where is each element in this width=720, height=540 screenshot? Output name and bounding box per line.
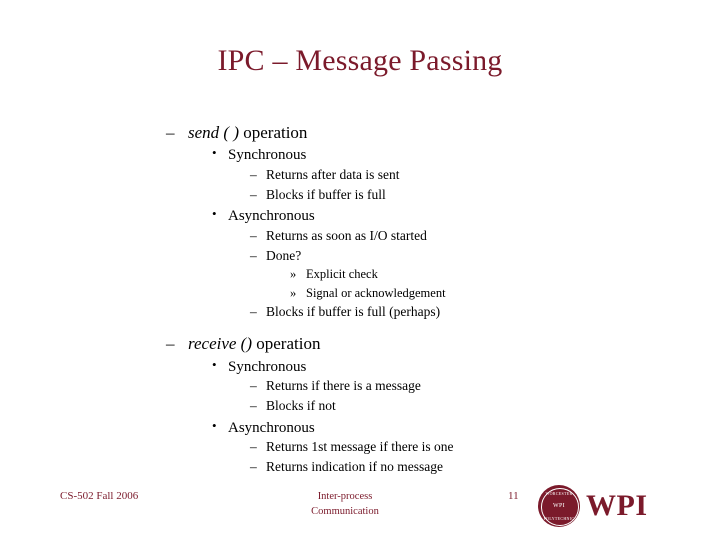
dash-bullet-icon: – [250, 247, 257, 263]
list-item: » Explicit check [160, 266, 680, 283]
page-title: IPC – Message Passing [217, 44, 503, 77]
wpi-seal-text: WORCESTER WPI POLYTECHNIC [538, 485, 580, 527]
send-done-subitem-0: Explicit check [306, 267, 378, 282]
receive-async-item-0: Returns 1st message if there is one [266, 439, 454, 455]
page-number: 11 [508, 490, 519, 502]
dash-bullet-icon: – [250, 398, 257, 413]
receive-heading-italic: receive () [188, 334, 253, 354]
list-item: – Returns indication if no message [160, 458, 680, 477]
send-heading-italic: send ( ) [188, 123, 239, 142]
footer-subject-line1: Inter-process [317, 491, 373, 502]
receive-sync-item-0: Returns if there is a message [266, 378, 421, 394]
dash-bullet-icon: – [166, 334, 175, 354]
list-item: – Returns if there is a message [160, 377, 680, 396]
list-item: – Returns after data is sent [160, 166, 680, 185]
dot-bullet-icon: • [212, 145, 217, 161]
send-synchronous-heading: • Synchronous [160, 145, 680, 165]
receive-synchronous-label: Synchronous [228, 358, 307, 375]
angle-bullet-icon: » [290, 285, 297, 300]
send-sync-item-0: Returns after data is sent [266, 167, 400, 182]
dash-bullet-icon: – [250, 378, 257, 394]
wpi-wordmark: WPI [586, 489, 648, 522]
dot-bullet-icon: • [212, 417, 217, 433]
dash-bullet-icon: – [250, 167, 257, 182]
dot-bullet-icon: • [212, 206, 217, 222]
dot-bullet-icon: • [212, 356, 217, 372]
angle-bullet-icon: » [290, 267, 297, 282]
receive-operation-heading: – receive () operation [160, 333, 680, 354]
footer-course: CS-502 Fall 2006 [60, 490, 139, 502]
list-item: – Blocks if not [160, 397, 680, 416]
receive-synchronous-heading: • Synchronous [160, 356, 680, 377]
list-item: » Signal or acknowledgement [160, 285, 680, 302]
footer-subject-line2: Communication [311, 506, 379, 518]
dash-bullet-icon: – [250, 228, 257, 243]
list-item: – Blocks if buffer is full (perhaps) [160, 303, 680, 322]
slide: IPC – Message Passing – send ( ) operatio… [0, 0, 720, 540]
dash-bullet-icon: – [250, 459, 257, 474]
send-operation-heading: – send ( ) operation [160, 122, 680, 143]
seal-mid-text: WPI [553, 503, 565, 509]
send-sync-item-1: Blocks if buffer is full [266, 186, 386, 202]
send-asynchronous-label: Asynchronous [228, 208, 315, 225]
wpi-logo: WORCESTER WPI POLYTECHNIC WPI [538, 484, 662, 528]
list-item: – Returns as soon as I/O started [160, 227, 680, 246]
send-done-subitem-1: Signal or acknowledgement [306, 285, 446, 300]
dash-bullet-icon: – [166, 123, 175, 142]
send-synchronous-label: Synchronous [228, 147, 307, 164]
seal-bottom-text: POLYTECHNIC [543, 516, 575, 521]
dash-bullet-icon: – [250, 439, 257, 455]
send-heading-plain: operation [243, 123, 308, 142]
send-async-last-item: Blocks if buffer is full (perhaps) [266, 303, 441, 319]
dash-bullet-icon: – [250, 303, 257, 319]
dash-bullet-icon: – [250, 186, 257, 202]
seal-top-text: WORCESTER [545, 491, 573, 496]
footer-subject: Inter-process Communication [260, 489, 430, 519]
receive-asynchronous-heading: • Asynchronous [160, 417, 680, 438]
send-async-item-1: Done? [266, 247, 302, 263]
slide-body: – send ( ) operation • Synchronous – Return… [160, 120, 680, 477]
receive-asynchronous-label: Asynchronous [228, 419, 315, 436]
list-item: – Done? [160, 247, 680, 266]
send-async-item-0: Returns as soon as I/O started [266, 228, 427, 243]
receive-sync-item-1: Blocks if not [266, 398, 336, 413]
wpi-seal-icon: WORCESTER WPI POLYTECHNIC [538, 485, 580, 527]
list-item: – Blocks if buffer is full [160, 186, 680, 205]
receive-heading-plain: operation [256, 334, 321, 354]
send-asynchronous-heading: • Asynchronous [160, 206, 680, 226]
list-item: – Returns 1st message if there is one [160, 438, 680, 457]
receive-async-item-1: Returns indication if no message [266, 459, 443, 474]
